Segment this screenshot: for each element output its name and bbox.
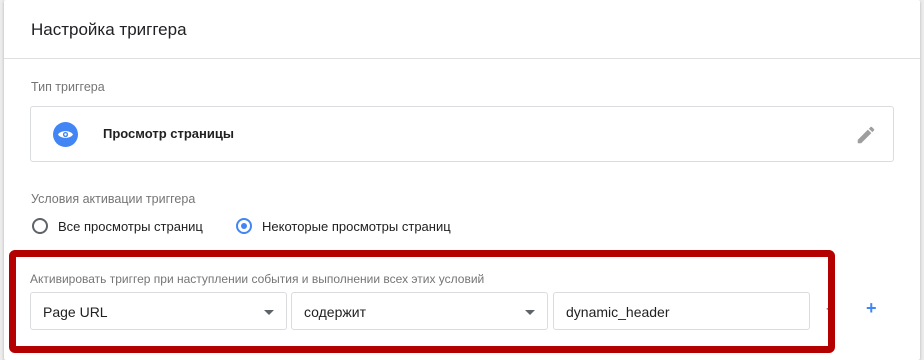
trigger-type-label: Тип триггера (31, 80, 105, 94)
variable-select[interactable]: Page URL (30, 292, 287, 330)
activation-conditions-label: Условия активации триггера (31, 192, 196, 206)
radio-some-pageviews-label: Некоторые просмотры страниц (262, 218, 451, 234)
condition-value-text: dynamic_header (566, 304, 670, 320)
eye-icon (53, 122, 78, 147)
operator-select-value: содержит (304, 304, 366, 320)
condition-description: Активировать триггер при наступлении соб… (30, 272, 485, 286)
radio-all-pageviews[interactable]: Все просмотры страниц (32, 218, 203, 234)
radio-unchecked-icon[interactable] (32, 218, 48, 234)
radio-some-pageviews[interactable]: Некоторые просмотры страниц (236, 218, 451, 234)
pencil-icon[interactable] (855, 124, 877, 146)
trigger-type-selector[interactable]: Просмотр страницы (30, 106, 894, 162)
condition-value-input[interactable]: dynamic_header (553, 292, 810, 330)
card-title: Настройка триггера (31, 20, 187, 39)
add-condition-button[interactable]: + (866, 298, 877, 319)
dropdown-arrow-icon (525, 310, 535, 315)
header-divider (4, 58, 920, 59)
trigger-config-card: Настройка триггера Тип триггера Просмотр… (4, 0, 920, 360)
trigger-type-name: Просмотр страницы (103, 126, 234, 141)
variable-select-value: Page URL (43, 304, 108, 320)
operator-select[interactable]: содержит (291, 292, 548, 330)
radio-checked-icon[interactable] (236, 218, 252, 234)
radio-all-pageviews-label: Все просмотры страниц (58, 218, 203, 234)
dropdown-arrow-icon (264, 310, 274, 315)
